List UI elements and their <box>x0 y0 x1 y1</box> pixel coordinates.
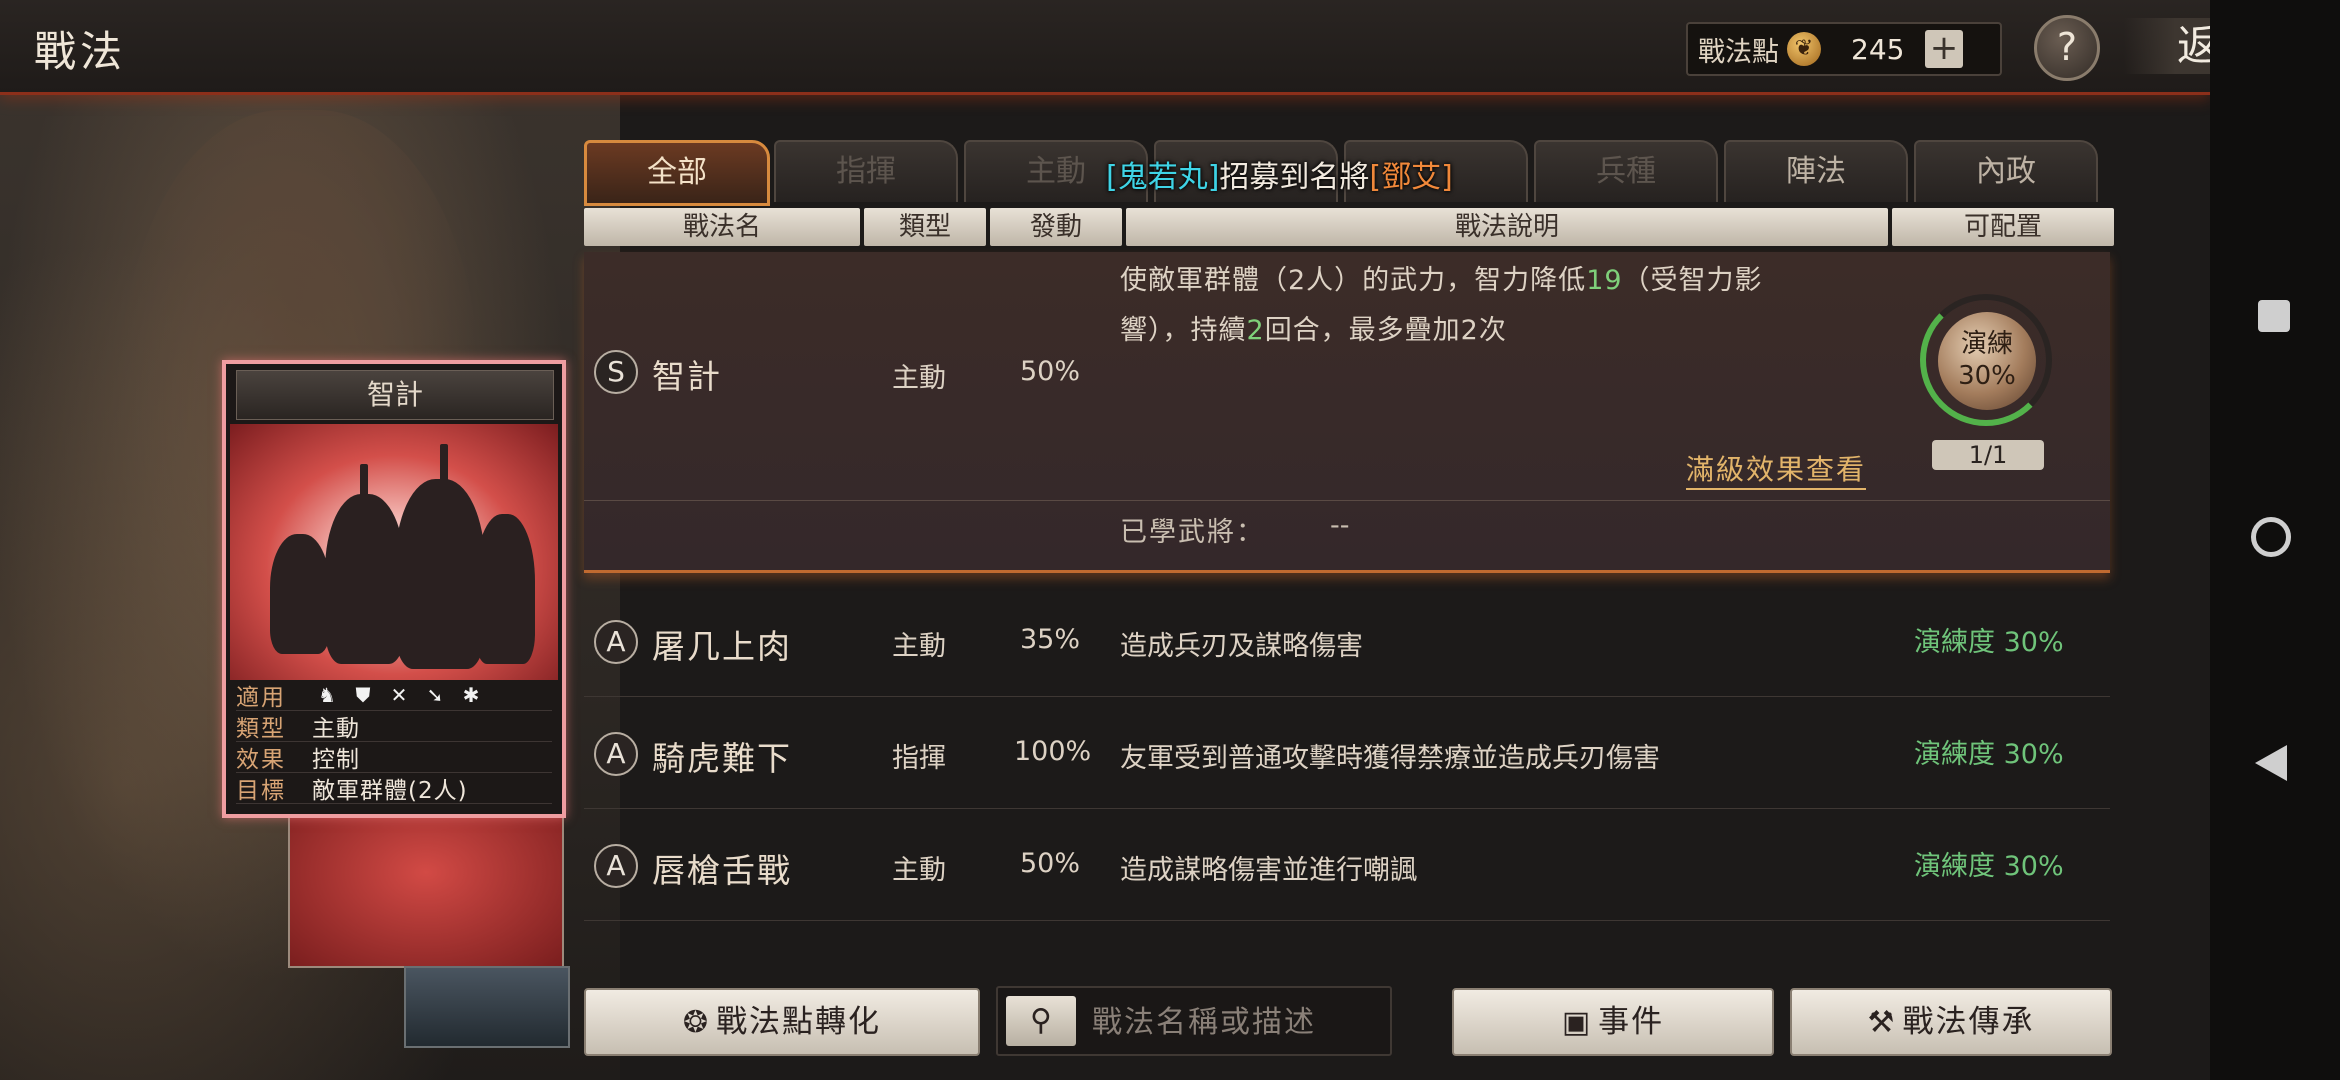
notice-general: [鄧艾] <box>1369 160 1453 195</box>
search-icon[interactable]: ⚲ <box>1006 996 1076 1046</box>
tab-troop[interactable]: 兵種 <box>1534 140 1718 202</box>
convert-points-button[interactable]: ❂ 戰法點轉化 <box>584 988 980 1056</box>
card-info-row: 目標 敵軍群體(2人) <box>236 773 552 804</box>
col-header-desc: 戰法說明 <box>1126 208 1888 246</box>
add-points-button[interactable]: + <box>1925 30 1963 68</box>
tactic-points-box: 戰法點 ❦ 245 + <box>1686 22 2002 76</box>
card-info: 適用 ♞ ⛊ ✕ ➘ ✱ 類型 主動 效果 控制 目標 敵軍群體(2人) <box>236 680 552 804</box>
flame-icon: ❂ <box>682 1005 711 1040</box>
proficiency: 演練度 30% <box>1914 851 2064 882</box>
ticket-icon: ▣ <box>1561 1005 1593 1040</box>
points-value: 245 <box>1851 32 1905 66</box>
rank-badge: A <box>594 732 638 776</box>
tactic-card: 智計 適用 ♞ ⛊ ✕ ➘ ✱ 類型 主動 效果 控制 目標 敵軍群體(2人) <box>222 360 566 818</box>
recents-icon[interactable] <box>2258 300 2290 332</box>
tactic-type: 指揮 <box>892 743 946 774</box>
tab-command[interactable]: 指揮 <box>774 140 958 202</box>
proficiency: 演練度 30% <box>1914 627 2064 658</box>
recruit-notice: [鬼若丸]招募到名將[鄧艾] <box>1106 152 1453 196</box>
training-orb-button[interactable]: 演練 30% <box>1938 312 2036 410</box>
training-count: 1/1 <box>1932 440 2044 470</box>
cavalry-icon: ♞ <box>318 683 336 707</box>
tactic-rate: 50% <box>1020 848 1081 879</box>
tactic-description: 友軍受到普通攻擊時獲得禁療並造成兵刃傷害 <box>1120 743 1660 774</box>
card-artwork <box>230 424 558 680</box>
tab-all[interactable]: 全部 <box>584 140 770 206</box>
col-header-assignable[interactable]: 可配置 <box>1892 208 2114 246</box>
card-stack-back <box>288 808 564 968</box>
card-stack-back <box>404 966 570 1048</box>
hammer-icon: ⚒ <box>1867 1005 1897 1040</box>
tactic-type: 主動 <box>892 631 946 662</box>
spear-icon: ➘ <box>426 683 444 707</box>
tactic-name: 騎虎難下 <box>652 739 792 778</box>
tab-formation[interactable]: 陣法 <box>1724 140 1908 202</box>
tactic-name: 智計 <box>652 357 722 396</box>
back-triangle-icon[interactable] <box>2255 745 2287 781</box>
points-label: 戰法點 <box>1698 36 1779 68</box>
card-info-row: 效果 控制 <box>236 742 552 773</box>
bow-icon: ✕ <box>390 683 408 707</box>
tactic-rate: 50% <box>1020 356 1081 387</box>
search-box: ⚲ <box>996 986 1392 1056</box>
tactic-rate: 100% <box>1014 736 1092 767</box>
tactic-row[interactable]: A 屠几上肉 主動 35% 造成兵刃及謀略傷害 演練度 30% <box>584 588 2110 697</box>
tab-internal[interactable]: 內政 <box>1914 140 2098 202</box>
rank-badge: A <box>594 620 638 664</box>
card-info-row: 類型 主動 <box>236 711 552 742</box>
shield-icon: ⛊ <box>355 683 371 707</box>
search-input[interactable] <box>1090 996 1384 1048</box>
learned-generals-label: 已學武將： <box>1120 517 1265 548</box>
col-header-trigger[interactable]: 發動 <box>990 208 1122 246</box>
col-header-type[interactable]: 類型 <box>864 208 986 246</box>
tactic-description: 造成謀略傷害並進行嘲諷 <box>1120 855 1417 886</box>
event-button[interactable]: ▣ 事件 <box>1452 988 1774 1056</box>
row-divider <box>584 500 2110 501</box>
notice-player: [鬼若丸] <box>1106 160 1220 195</box>
card-info-row: 適用 ♞ ⛊ ✕ ➘ ✱ <box>236 680 552 711</box>
help-button[interactable]: ? <box>2034 15 2100 81</box>
col-header-name[interactable]: 戰法名 <box>584 208 860 246</box>
top-bar: 戰法 戰法點 ❦ 245 + ? 返回 <box>0 0 2330 95</box>
siege-icon: ✱ <box>462 683 480 707</box>
rank-badge: A <box>594 844 638 888</box>
tactic-row[interactable]: A 唇槍舌戰 主動 50% 造成謀略傷害並進行嘲諷 演練度 30% <box>584 812 2110 921</box>
page-title: 戰法 <box>34 27 127 76</box>
selected-tactic-row[interactable]: S 智計 主動 50% 使敵軍群體（2人）的武力，智力降低19（受智力影 響），… <box>584 252 2110 573</box>
tactic-description: 使敵軍群體（2人）的武力，智力降低19（受智力影 響），持續2回合，最多疊加2次 <box>1120 265 1763 346</box>
troop-type-icons: ♞ ⛊ ✕ ➘ ✱ <box>314 684 484 706</box>
tactic-point-icon: ❦ <box>1787 32 1821 66</box>
inherit-tactic-button[interactable]: ⚒ 戰法傳承 <box>1790 988 2112 1056</box>
tactic-row[interactable]: A 騎虎難下 指揮 100% 友軍受到普通攻擊時獲得禁療並造成兵刃傷害 演練度 … <box>584 700 2110 809</box>
tactic-type: 主動 <box>892 855 946 886</box>
tactic-name: 屠几上肉 <box>652 627 792 666</box>
tactic-rate: 35% <box>1020 624 1081 655</box>
tactic-description: 造成兵刃及謀略傷害 <box>1120 631 1363 662</box>
proficiency: 演練度 30% <box>1914 739 2064 770</box>
card-title: 智計 <box>236 370 554 420</box>
tactic-type: 主動 <box>892 363 946 394</box>
tactic-name: 唇槍舌戰 <box>652 851 792 890</box>
learned-generals-value: -- <box>1330 510 1350 541</box>
home-icon[interactable] <box>2251 517 2291 557</box>
notice-text: 招募到名將 <box>1219 160 1370 195</box>
rank-badge: S <box>594 350 638 394</box>
max-level-effect-link[interactable]: 滿級效果查看 <box>1686 448 1867 490</box>
